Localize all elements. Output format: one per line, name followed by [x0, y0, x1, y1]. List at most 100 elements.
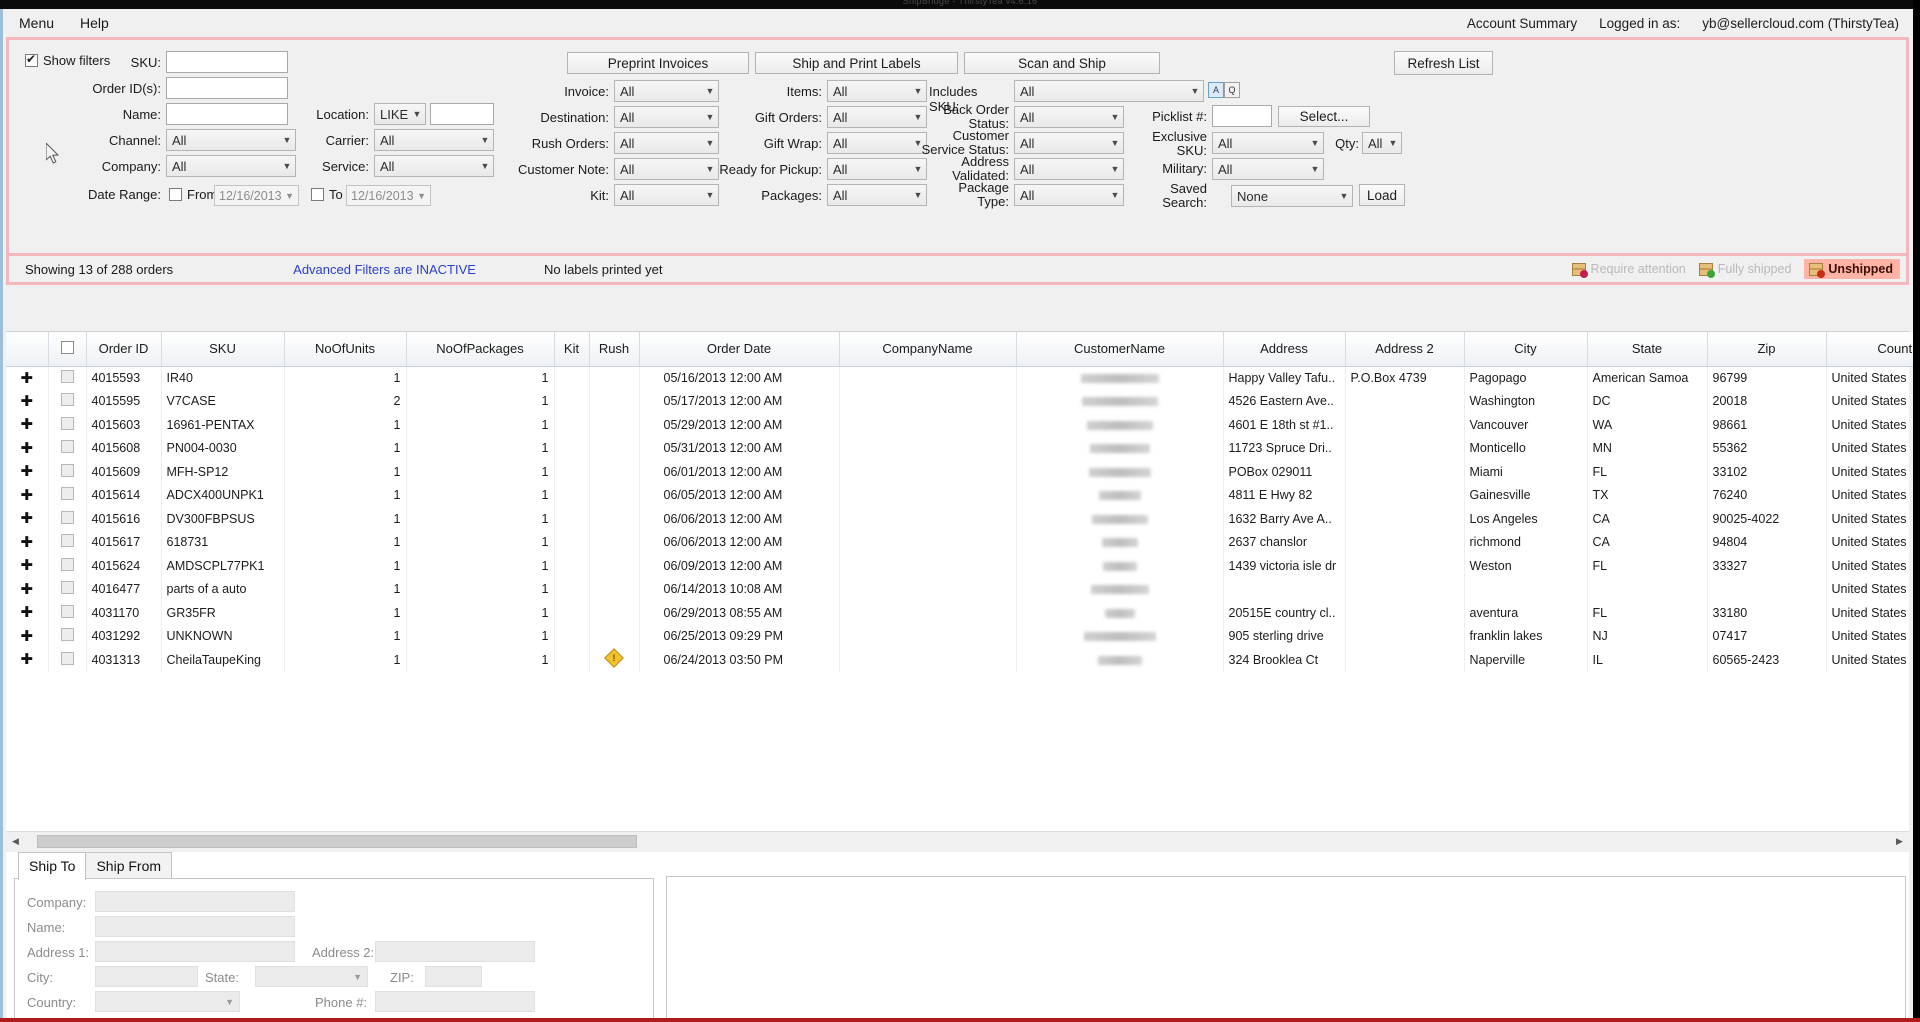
city-field[interactable]: [95, 966, 198, 987]
cell-order-id[interactable]: 4031170: [86, 601, 162, 625]
table-row[interactable]: ✚ 4031313 CheilaTaupeKing 1 1! 06/24/2013 03:…: [6, 648, 1920, 672]
column-header-order_id[interactable]: Order ID: [86, 332, 162, 367]
date-to-input[interactable]: 12/16/2013 ▼: [346, 185, 431, 206]
row-checkbox[interactable]: [48, 624, 87, 648]
date-from-input[interactable]: 12/16/2013 ▼: [214, 185, 299, 206]
cell-order-id[interactable]: 4016477: [86, 577, 162, 601]
table-row[interactable]: ✚ 4015617 618731 1 1 06/06/2013 12:00 AM 2637 …: [6, 530, 1920, 554]
cell-sku[interactable]: PN004-0030: [161, 436, 285, 460]
table-row[interactable]: ✚ 4015609 MFH-SP12 1 1 06/01/2013 12:00 AM POB…: [6, 460, 1920, 484]
expand-row-icon[interactable]: ✚: [6, 483, 49, 507]
cell-sku[interactable]: UNKNOWN: [161, 624, 285, 648]
column-header-zip[interactable]: Zip: [1707, 332, 1827, 367]
row-checkbox[interactable]: [48, 577, 87, 601]
row-checkbox[interactable]: [48, 601, 87, 625]
row-checkbox[interactable]: [48, 460, 87, 484]
expand-row-icon[interactable]: ✚: [6, 507, 49, 531]
preprint-invoices-button[interactable]: Preprint Invoices: [567, 52, 749, 74]
expand-row-icon[interactable]: ✚: [6, 648, 49, 672]
table-row[interactable]: ✚ 4016477 parts of a auto 1 1 06/14/2013 10:0…: [6, 577, 1920, 601]
cell-order-id[interactable]: 4015608: [86, 436, 162, 460]
cell-order-id[interactable]: 4015624: [86, 554, 162, 578]
cell-sku[interactable]: V7CASE: [161, 389, 285, 413]
column-header-rush[interactable]: Rush: [589, 332, 640, 367]
cell-order-id[interactable]: 4015617: [86, 530, 162, 554]
service-select[interactable]: All ▼: [374, 155, 494, 177]
column-header-state[interactable]: State: [1587, 332, 1708, 367]
row-checkbox[interactable]: [48, 648, 87, 672]
kit-select[interactable]: All ▼: [614, 184, 719, 206]
scroll-left-icon[interactable]: ◀: [6, 832, 25, 850]
load-saved-search-button[interactable]: Load: [1359, 184, 1405, 206]
zip-field[interactable]: [425, 966, 482, 987]
expand-row-icon[interactable]: ✚: [6, 389, 49, 413]
refresh-list-button[interactable]: Refresh List: [1394, 51, 1493, 75]
packages-select[interactable]: All ▼: [827, 184, 927, 206]
phone-field[interactable]: [375, 991, 535, 1012]
cell-order-id[interactable]: 4015616: [86, 507, 162, 531]
column-header-check[interactable]: [48, 332, 87, 367]
picklist-input[interactable]: [1212, 105, 1272, 127]
column-header-city[interactable]: City: [1464, 332, 1588, 367]
expand-row-icon[interactable]: ✚: [6, 530, 49, 554]
exclusive-sku-select[interactable]: All ▼: [1212, 132, 1324, 154]
cell-order-id[interactable]: 4031292: [86, 624, 162, 648]
cell-sku[interactable]: CheilaTaupeKing: [161, 648, 285, 672]
row-checkbox[interactable]: [48, 483, 87, 507]
table-row[interactable]: ✚ 4031292 UNKNOWN 1 1 06/25/2013 09:29 PM 905 …: [6, 624, 1920, 648]
orders-grid[interactable]: Order ID SKU NoOfUnits NoOfPackages Kit Rush O…: [6, 331, 1920, 831]
back-order-status-select[interactable]: All ▼: [1014, 106, 1124, 128]
date-from-checkbox-box[interactable]: [169, 188, 182, 201]
channel-select[interactable]: All ▼: [166, 129, 296, 151]
cell-sku[interactable]: ADCX400UNPK1: [161, 483, 285, 507]
cell-order-id[interactable]: 4031313: [86, 648, 162, 672]
account-summary-link[interactable]: Account Summary: [1467, 16, 1577, 31]
column-header-expand[interactable]: [6, 332, 49, 367]
qty-select[interactable]: All ▼: [1362, 132, 1402, 154]
package-type-select[interactable]: All ▼: [1014, 184, 1124, 206]
gift-wrap-select[interactable]: All ▼: [827, 132, 927, 154]
grid-horizontal-scrollbar[interactable]: ◀ ▶: [6, 831, 1909, 850]
menu-menu[interactable]: Menu: [9, 12, 64, 34]
company-select[interactable]: All ▼: [166, 155, 296, 177]
tab-ship-from[interactable]: Ship From: [85, 852, 173, 880]
address-validated-select[interactable]: All ▼: [1014, 158, 1124, 180]
column-header-country[interactable]: CountryName: [1826, 332, 1920, 367]
scroll-right-icon[interactable]: ▶: [1890, 832, 1909, 850]
cell-sku[interactable]: MFH-SP12: [161, 460, 285, 484]
scrollbar-thumb[interactable]: [37, 834, 637, 848]
column-header-packages[interactable]: NoOfPackages: [406, 332, 555, 367]
expand-row-icon[interactable]: ✚: [6, 436, 49, 460]
address2-field[interactable]: [375, 941, 535, 962]
cell-sku[interactable]: 16961-PENTAX: [161, 413, 285, 437]
cell-sku[interactable]: IR40: [161, 366, 285, 390]
show-filters-checkbox-box[interactable]: [25, 52, 38, 67]
customer-service-status-select[interactable]: All ▼: [1014, 132, 1124, 154]
expand-row-icon[interactable]: ✚: [6, 577, 49, 601]
scrollbar-track[interactable]: [25, 832, 1890, 850]
row-checkbox[interactable]: [48, 554, 87, 578]
name-input[interactable]: [166, 103, 288, 125]
invoice-select[interactable]: All ▼: [614, 80, 719, 102]
state-select[interactable]: ▼: [255, 966, 368, 987]
scan-and-ship-button[interactable]: Scan and Ship: [964, 52, 1160, 74]
date-to-checkbox-box[interactable]: [311, 188, 324, 201]
expand-row-icon[interactable]: ✚: [6, 413, 49, 437]
row-checkbox[interactable]: [48, 436, 87, 460]
location-input[interactable]: [430, 103, 494, 125]
ship-and-print-labels-button[interactable]: Ship and Print Labels: [755, 52, 958, 74]
military-select[interactable]: All ▼: [1212, 158, 1324, 180]
table-row[interactable]: ✚ 4015603 16961-PENTAX 1 1 05/29/2013 12:00 A…: [6, 413, 1920, 437]
column-header-units[interactable]: NoOfUnits: [284, 332, 407, 367]
carrier-select[interactable]: All ▼: [374, 129, 494, 151]
column-header-address[interactable]: Address: [1223, 332, 1346, 367]
includes-sku-select[interactable]: All ▼: [1014, 80, 1204, 102]
includes-sku-search-button[interactable]: Q: [1224, 82, 1240, 98]
cell-sku[interactable]: parts of a auto: [161, 577, 285, 601]
select-all-checkbox[interactable]: [60, 340, 74, 354]
cell-order-id[interactable]: 4015593: [86, 366, 162, 390]
cell-order-id[interactable]: 4015609: [86, 460, 162, 484]
advanced-filters-link[interactable]: Advanced Filters are INACTIVE: [293, 262, 476, 277]
table-row[interactable]: ✚ 4015624 AMDSCPL77PK1 1 1 06/09/2013 12:00 A…: [6, 554, 1920, 578]
row-checkbox[interactable]: [48, 530, 87, 554]
